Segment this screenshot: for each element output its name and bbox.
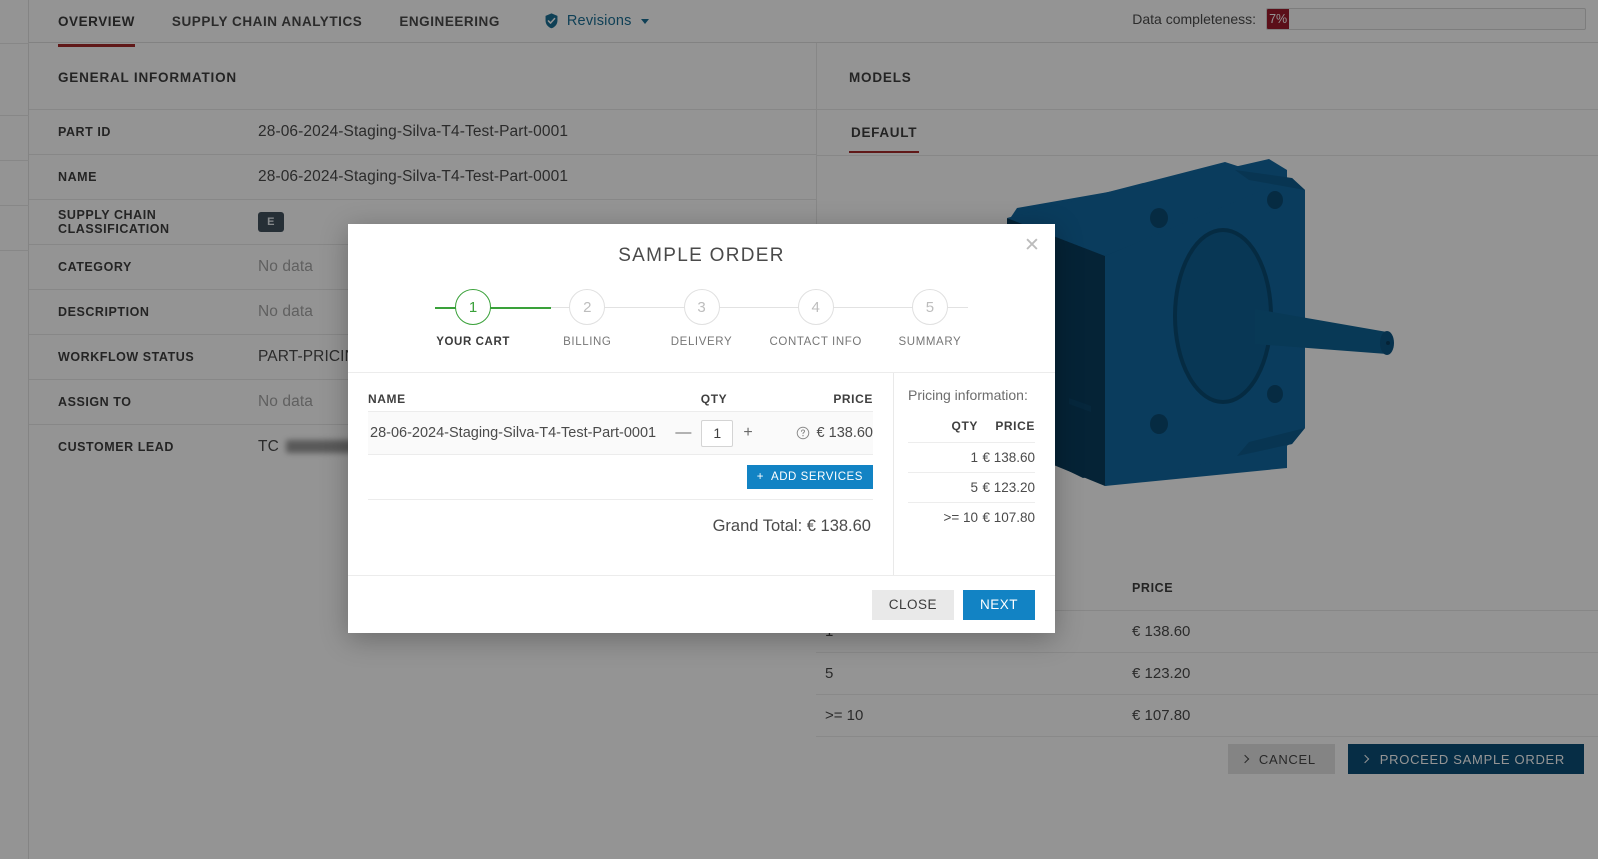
step-summary[interactable]: 5 Summary bbox=[873, 289, 987, 348]
column-header-qty: Qty bbox=[951, 419, 978, 433]
column-header-qty: Qty bbox=[700, 392, 728, 406]
pricing-information-pane: Pricing information: Qty Price 1 € 138.6… bbox=[893, 373, 1035, 575]
step-delivery[interactable]: 3 Delivery bbox=[644, 289, 758, 348]
pricing-information-title: Pricing information: bbox=[908, 387, 1028, 403]
cell-price: € 107.80 bbox=[982, 510, 1035, 525]
order-stepper: 1 Your Cart 2 Billing 3 Delivery 4 Conta… bbox=[416, 289, 987, 348]
step-number: 5 bbox=[911, 289, 948, 325]
step-label: Delivery bbox=[670, 336, 733, 348]
help-icon[interactable] bbox=[796, 426, 810, 440]
application-root: Overview Supply Chain Analytics Engineer… bbox=[0, 0, 1598, 859]
add-services-button[interactable]: + Add Services bbox=[746, 465, 873, 489]
step-number: 2 bbox=[569, 289, 606, 325]
quantity-input[interactable] bbox=[701, 419, 734, 447]
step-label: Your Cart bbox=[436, 336, 510, 348]
cart-table-header: Name Qty Price bbox=[368, 373, 873, 411]
cell-qty: 5 bbox=[970, 480, 978, 495]
step-label: Summary bbox=[898, 336, 962, 348]
step-billing[interactable]: 2 Billing bbox=[530, 289, 644, 348]
cart-pane: Name Qty Price 28-06-2024-Staging-Silva-… bbox=[368, 373, 893, 575]
column-header-price: Price bbox=[995, 419, 1035, 433]
close-icon[interactable]: ✕ bbox=[1021, 234, 1043, 256]
pricing-table-row: 1 € 138.60 bbox=[908, 442, 1035, 472]
pricing-table-row: 5 € 123.20 bbox=[908, 472, 1035, 502]
cell-price: € 138.60 bbox=[982, 450, 1035, 465]
step-number: 1 bbox=[455, 289, 492, 325]
step-label: Billing bbox=[563, 336, 612, 348]
step-your-cart[interactable]: 1 Your Cart bbox=[416, 289, 530, 348]
step-contact-info[interactable]: 4 Contact Info bbox=[759, 289, 873, 348]
cart-item-price: € 138.60 bbox=[816, 425, 873, 441]
column-header-name: Name bbox=[368, 392, 406, 406]
step-number: 3 bbox=[683, 289, 720, 325]
cell-price: € 123.20 bbox=[982, 480, 1035, 495]
plus-icon: + bbox=[756, 471, 764, 483]
grand-total: Grand Total: € 138.60 bbox=[712, 517, 871, 535]
increment-quantity-button[interactable]: + bbox=[742, 425, 753, 441]
pricing-table-header: Qty Price bbox=[908, 419, 1035, 442]
step-label: Contact Info bbox=[769, 336, 862, 348]
quantity-stepper: — + bbox=[659, 419, 769, 447]
cell-qty: >= 10 bbox=[943, 510, 978, 525]
add-services-label: Add Services bbox=[770, 471, 863, 483]
decrement-quantity-button[interactable]: — bbox=[674, 425, 692, 441]
column-header-price: Price bbox=[833, 392, 873, 406]
modal-title: Sample Order bbox=[618, 245, 785, 266]
cart-item-name: 28-06-2024-Staging-Silva-T4-Test-Part-00… bbox=[370, 425, 657, 441]
cart-item-price-cell: € 138.60 bbox=[769, 425, 873, 441]
close-button[interactable]: Close bbox=[871, 589, 954, 620]
pricing-table-row: >= 10 € 107.80 bbox=[908, 502, 1035, 532]
cart-item-row: 28-06-2024-Staging-Silva-T4-Test-Part-00… bbox=[368, 411, 873, 455]
step-number: 4 bbox=[797, 289, 834, 325]
modal-body: Name Qty Price 28-06-2024-Staging-Silva-… bbox=[348, 372, 1055, 575]
modal-footer: Close Next bbox=[348, 575, 1055, 633]
next-button[interactable]: Next bbox=[962, 589, 1035, 620]
add-services-row: + Add Services bbox=[368, 455, 873, 500]
sample-order-modal: ✕ Sample Order 1 Your Cart 2 Billing 3 D… bbox=[348, 224, 1055, 633]
cell-qty: 1 bbox=[970, 450, 978, 465]
